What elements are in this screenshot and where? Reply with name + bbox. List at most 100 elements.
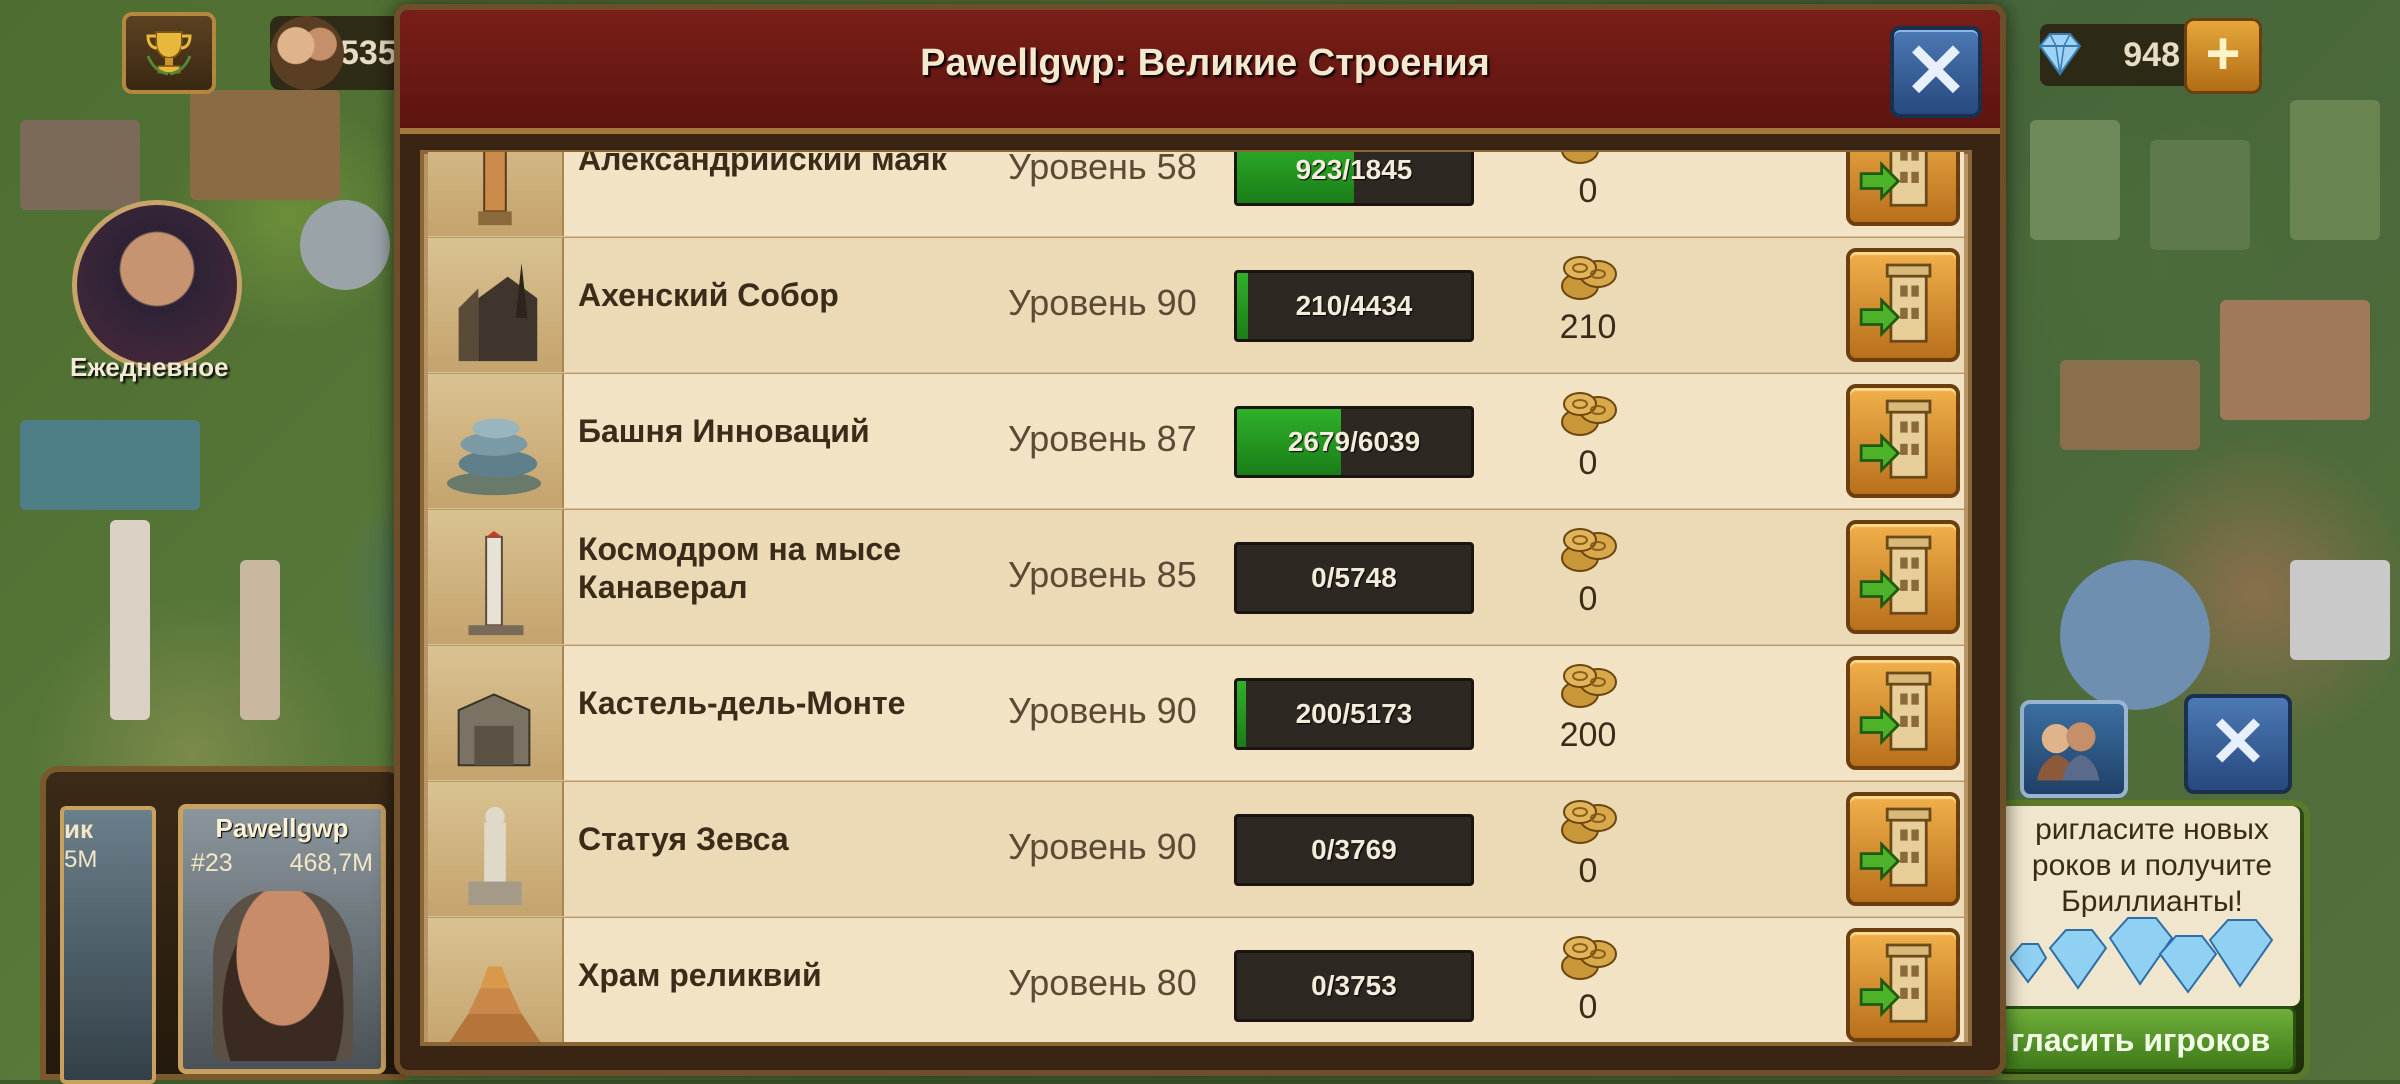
great-building-row[interactable]: Башня Инноваций Уровень 87 2679/6039 0 xyxy=(428,374,1964,509)
progress-text: 0/5748 xyxy=(1311,562,1397,593)
great-building-contribute-icon xyxy=(1859,807,1932,887)
coins-icon xyxy=(1561,936,1617,980)
building-name: Ахенский Собор xyxy=(578,277,839,313)
trophy-button[interactable] xyxy=(122,12,216,94)
diamond-value: 948 xyxy=(2123,35,2180,74)
contribute-button[interactable] xyxy=(1846,792,1960,906)
contribute-button[interactable] xyxy=(1846,928,1960,1042)
building-name: Кастель-дель-Монте xyxy=(578,685,906,721)
neighbor-card[interactable]: ик 5M xyxy=(60,806,156,1084)
reward-value: 0 xyxy=(1578,580,1598,618)
building-name: Статуя Зевса xyxy=(578,821,789,857)
forge-points-progress: 210/4434 xyxy=(1234,270,1474,342)
progress-text: 0/3769 xyxy=(1311,834,1397,865)
great-building-row[interactable]: Космодром на мысе Канаверал Уровень 85 0… xyxy=(428,510,1964,645)
contribute-button[interactable] xyxy=(1846,384,1960,498)
close-button[interactable]: ✕ xyxy=(1890,26,1982,118)
reward-value: 210 xyxy=(1559,308,1617,346)
building-level: Уровень 90 xyxy=(1008,690,1197,731)
building-icon xyxy=(446,418,542,496)
building-level: Уровень 90 xyxy=(1008,282,1197,323)
building-thumbnail xyxy=(428,374,564,508)
diamonds-pile-icon xyxy=(2010,917,2274,994)
building-level: Уровень 80 xyxy=(1008,962,1197,1003)
great-building-row[interactable]: Александрийский маяк Уровень 58 923/1845… xyxy=(428,152,1964,237)
building-thumbnail xyxy=(428,918,564,1042)
trophy-icon xyxy=(146,31,192,76)
great-building-row[interactable]: Статуя Зевса Уровень 90 0/3769 0 xyxy=(428,782,1964,917)
building-thumbnail xyxy=(428,646,564,780)
diamond-icon xyxy=(2038,33,2082,76)
building-name: Храм реликвий xyxy=(578,957,822,993)
great-building-contribute-icon xyxy=(1859,943,1932,1023)
coins-icon xyxy=(1561,392,1617,436)
reward-value: 0 xyxy=(1578,988,1598,1026)
neighbor-score: 5M xyxy=(64,846,98,873)
population-counter[interactable]: 535 xyxy=(270,16,410,90)
contribute-button[interactable] xyxy=(1846,656,1960,770)
building-level: Уровень 58 xyxy=(1008,152,1197,187)
neighbor-name: ик xyxy=(64,814,93,844)
forge-points-progress: 0/5748 xyxy=(1234,542,1474,614)
building-name: Башня Инноваций xyxy=(578,413,870,449)
building-level: Уровень 85 xyxy=(1008,554,1197,595)
great-building-row[interactable]: Кастель-дель-Монте Уровень 90 200/5173 2… xyxy=(428,646,1964,781)
friends-icon xyxy=(2037,722,2100,781)
building-icon xyxy=(458,262,538,362)
building-thumbnail xyxy=(428,782,564,916)
player-score: 468,7M xyxy=(289,849,373,877)
coins-icon xyxy=(1561,528,1617,572)
player-card[interactable]: Pawellgwp #23 468,7M xyxy=(178,804,386,1074)
contribute-button[interactable] xyxy=(1846,152,1960,226)
building-icon xyxy=(468,530,524,636)
building-icon xyxy=(478,152,512,226)
great-building-contribute-icon xyxy=(1859,399,1932,479)
building-name: Александрийский маяк xyxy=(578,152,947,177)
reward-value: 200 xyxy=(1559,716,1617,754)
building-icon xyxy=(468,806,522,906)
great-building-contribute-icon xyxy=(1859,152,1928,207)
great-building-row[interactable]: Ахенский Собор Уровень 90 210/4434 210 xyxy=(428,238,1964,373)
contribute-button[interactable] xyxy=(1846,520,1960,634)
citizens-icon xyxy=(270,16,344,90)
building-icon xyxy=(449,966,541,1042)
building-level: Уровень 90 xyxy=(1008,826,1197,867)
invite-text-line: роков и получите xyxy=(2031,849,2273,882)
daily-label: Ежедневное xyxy=(70,352,229,382)
building-thumbnail xyxy=(428,152,564,236)
invite-players-button[interactable]: гласить игроков xyxy=(2000,1006,2296,1072)
contribute-button[interactable] xyxy=(1846,248,1960,362)
buy-diamonds-button[interactable]: + xyxy=(2184,18,2262,94)
building-thumbnail xyxy=(428,238,564,372)
progress-text: 2679/6039 xyxy=(1287,426,1421,457)
great-building-row[interactable]: Храм реликвий Уровень 80 0/3753 0 xyxy=(428,918,1964,1042)
great-building-contribute-icon xyxy=(1859,535,1932,615)
forge-points-progress: 200/5173 xyxy=(1234,678,1474,750)
player-name: Pawellgwp xyxy=(215,813,349,843)
great-buildings-list[interactable]: Александрийский маяк Уровень 58 923/1845… xyxy=(428,152,1964,1042)
modal-title: Pawellgwp: Великие Строения xyxy=(920,42,1490,84)
forge-points-progress: 0/3769 xyxy=(1234,814,1474,886)
progress-text: 923/1845 xyxy=(1295,154,1413,185)
coins-icon xyxy=(1561,152,1599,164)
building-level: Уровень 87 xyxy=(1008,418,1197,459)
progress-text: 200/5173 xyxy=(1295,698,1413,729)
great-building-contribute-icon xyxy=(1859,671,1932,751)
close-social-button[interactable]: ✕ xyxy=(2184,694,2292,794)
forge-points-progress: 923/1845 xyxy=(1234,152,1474,206)
coins-icon xyxy=(1561,256,1617,300)
coins-icon xyxy=(1561,664,1617,708)
invite-text-line: ригласите новых xyxy=(2035,813,2269,846)
building-icon xyxy=(457,693,531,767)
reward-value: 0 xyxy=(1578,852,1598,890)
friends-button[interactable] xyxy=(2020,700,2128,798)
population-value: 535 xyxy=(340,33,397,72)
forge-points-progress: 2679/6039 xyxy=(1234,406,1474,478)
player-rank: #23 xyxy=(191,849,233,877)
great-building-contribute-icon xyxy=(1859,263,1932,343)
building-name: Космодром на мысе Канаверал xyxy=(578,531,901,605)
progress-text: 0/3753 xyxy=(1311,970,1397,1001)
daily-event-avatar[interactable] xyxy=(72,200,242,370)
reward-value: 0 xyxy=(1578,172,1598,210)
reward-value: 0 xyxy=(1578,444,1598,482)
